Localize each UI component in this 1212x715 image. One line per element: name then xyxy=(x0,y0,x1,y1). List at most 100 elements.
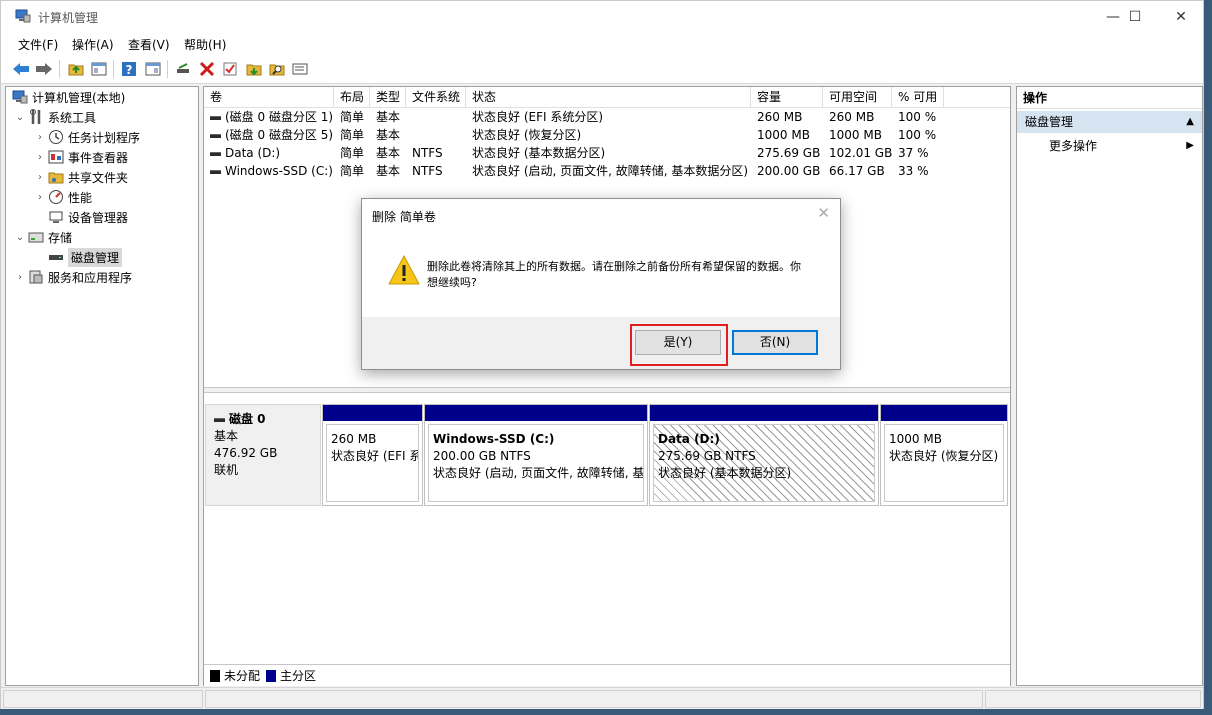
volume-name-cell: Data (D:) xyxy=(204,144,334,162)
capacity-cell: 1000 MB xyxy=(757,128,810,142)
chevron-down-icon[interactable]: ⌄ xyxy=(14,232,26,243)
column-header-free-space[interactable]: 可用空间 xyxy=(823,87,892,108)
services-icon xyxy=(28,269,44,285)
legend-primary: 主分区 xyxy=(280,669,317,683)
list-view-icon[interactable] xyxy=(291,60,309,78)
status-segment xyxy=(205,690,983,708)
chevron-down-icon[interactable]: ⌄ xyxy=(14,112,26,123)
tree-item-system-tools[interactable]: ⌄ 系统工具 xyxy=(14,107,96,127)
partition-status: 状态良好 (恢复分区) xyxy=(889,449,999,463)
actions-section-disk-management[interactable]: 磁盘管理 ▲ xyxy=(1017,111,1202,133)
toolbar-separator xyxy=(167,60,168,78)
no-button[interactable]: 否(N) xyxy=(732,330,818,355)
column-header-volume[interactable]: 卷 xyxy=(204,87,334,108)
menu-bar: 文件(F) 操作(A) 查看(V) 帮助(H) xyxy=(1,32,1203,54)
partition-data[interactable]: Data (D:) 275.69 GB NTFS 状态良好 (基本数据分区) xyxy=(649,404,879,506)
device-manager-icon xyxy=(48,209,64,225)
column-header-type[interactable]: 类型 xyxy=(370,87,406,108)
partition-recovery[interactable]: 1000 MB 状态良好 (恢复分区) xyxy=(880,404,1008,506)
disk-icon xyxy=(214,417,225,422)
column-header-status[interactable]: 状态 xyxy=(466,87,751,108)
tree-item-shared-folders[interactable]: › 共享文件夹 xyxy=(34,167,128,187)
tree-item-services[interactable]: › 服务和应用程序 xyxy=(14,267,132,287)
status-bar xyxy=(1,687,1203,709)
layout-cell: 简单 xyxy=(340,128,365,142)
navigation-tree: 计算机管理(本地) ⌄ 系统工具 › 任务计划程序 › 事件查看器 › 共享文件… xyxy=(5,86,199,686)
percent-free-cell: 100 % xyxy=(898,110,937,124)
column-header-layout[interactable]: 布局 xyxy=(334,87,370,108)
tree-item-root[interactable]: 计算机管理(本地) xyxy=(10,87,125,107)
up-folder-icon[interactable] xyxy=(67,60,85,78)
dialog-message: 删除此卷将清除其上的所有数据。请在删除之前备份所有希望保留的数据。你想继续吗? xyxy=(427,260,801,289)
table-row[interactable]: (磁盘 0 磁盘分区 5) 简单 基本 状态良好 (恢复分区) 1000 MB … xyxy=(204,126,1010,144)
legend-swatch-unallocated xyxy=(210,669,220,682)
help-icon[interactable]: ? xyxy=(120,60,138,78)
more-actions[interactable]: 更多操作 ▶ xyxy=(1017,135,1202,157)
dialog-close-icon[interactable]: ✕ xyxy=(817,204,830,222)
partition-bar xyxy=(881,405,1007,421)
window-title: 计算机管理 xyxy=(38,11,99,25)
disk-map: 磁盘 0 基本 476.92 GB 联机 260 MB 状态良好 (EFI 系统… xyxy=(204,394,1010,664)
chevron-right-icon[interactable]: › xyxy=(34,172,46,183)
svg-text:?: ? xyxy=(126,63,133,77)
partition-status: 状态良好 (启动, 页面文件, 故障转储, 基本数据分区) xyxy=(433,466,644,480)
tree-item-event-viewer[interactable]: › 事件查看器 xyxy=(34,147,128,167)
forward-arrow-icon[interactable] xyxy=(35,60,53,78)
partition-efi[interactable]: 260 MB 状态良好 (EFI 系统分区) xyxy=(322,404,423,506)
check-icon[interactable] xyxy=(221,60,239,78)
status-segment xyxy=(985,690,1201,708)
table-row[interactable]: Data (D:) 简单 基本 NTFS 状态良好 (基本数据分区) 275.6… xyxy=(204,144,1010,162)
partition-body: 1000 MB 状态良好 (恢复分区) xyxy=(884,424,1004,502)
computer-management-icon xyxy=(12,89,28,105)
tree-item-performance[interactable]: › 性能 xyxy=(34,187,92,207)
toolbar-separator xyxy=(59,60,60,78)
menu-file[interactable]: 文件(F) xyxy=(18,36,58,53)
partition-body-selected: Data (D:) 275.69 GB NTFS 状态良好 (基本数据分区) xyxy=(653,424,875,502)
maximize-button[interactable]: ☐ xyxy=(1112,1,1158,32)
close-button[interactable]: ✕ xyxy=(1158,1,1204,32)
tree-item-task-scheduler[interactable]: › 任务计划程序 xyxy=(34,127,140,147)
tree-item-device-manager[interactable]: 设备管理器 xyxy=(46,207,128,227)
filesystem-cell: NTFS xyxy=(412,164,443,178)
column-header-capacity[interactable]: 容量 xyxy=(751,87,823,108)
type-cell: 基本 xyxy=(376,128,401,142)
show-hide-tree-icon[interactable] xyxy=(90,60,108,78)
partition-bar xyxy=(650,405,878,421)
disk-type: 基本 xyxy=(214,429,239,443)
column-header-percent-free[interactable]: % 可用 xyxy=(892,87,944,108)
pane-splitter[interactable] xyxy=(204,387,1010,393)
table-row[interactable]: (磁盘 0 磁盘分区 1) 简单 基本 状态良好 (EFI 系统分区) 260 … xyxy=(204,108,1010,126)
tree-item-disk-management[interactable]: 磁盘管理 xyxy=(46,247,123,267)
legend: 未分配 主分区 xyxy=(204,664,1010,686)
delete-icon[interactable] xyxy=(198,60,216,78)
partition-body: 260 MB 状态良好 (EFI 系统分区) xyxy=(326,424,419,502)
properties-icon[interactable] xyxy=(144,60,162,78)
capacity-cell: 260 MB xyxy=(757,110,803,124)
partition-status: 状态良好 (EFI 系统分区) xyxy=(331,449,418,463)
column-header-filesystem[interactable]: 文件系统 xyxy=(406,87,466,108)
chevron-right-icon[interactable]: › xyxy=(14,272,26,283)
table-row[interactable]: Windows-SSD (C:) 简单 基本 NTFS 状态良好 (启动, 页面… xyxy=(204,162,1010,180)
toolbar: ? xyxy=(1,54,1203,84)
partition-size: 1000 MB xyxy=(889,432,942,446)
actions-header: 操作 xyxy=(1017,87,1202,109)
disk-info[interactable]: 磁盘 0 基本 476.92 GB 联机 xyxy=(205,404,321,506)
back-arrow-icon[interactable] xyxy=(12,60,30,78)
status-cell: 状态良好 (启动, 页面文件, 故障转储, 基本数据分区) xyxy=(472,164,749,178)
search-icon[interactable] xyxy=(268,60,286,78)
collapse-up-icon[interactable]: ▲ xyxy=(1186,111,1194,133)
clock-icon xyxy=(48,129,64,145)
chevron-right-icon[interactable]: › xyxy=(34,192,46,203)
chevron-right-icon[interactable]: › xyxy=(34,132,46,143)
menu-view[interactable]: 查看(V) xyxy=(128,36,170,53)
import-icon[interactable] xyxy=(245,60,263,78)
partition-body: Windows-SSD (C:) 200.00 GB NTFS 状态良好 (启动… xyxy=(428,424,644,502)
tree-label: 事件查看器 xyxy=(68,150,129,165)
partition-windows-ssd[interactable]: Windows-SSD (C:) 200.00 GB NTFS 状态良好 (启动… xyxy=(424,404,648,506)
partition-bar xyxy=(425,405,647,421)
menu-action[interactable]: 操作(A) xyxy=(72,36,114,53)
chevron-right-icon[interactable]: › xyxy=(34,152,46,163)
tree-item-storage[interactable]: ⌄ 存储 xyxy=(14,227,72,247)
connect-disk-icon[interactable] xyxy=(174,60,192,78)
menu-help[interactable]: 帮助(H) xyxy=(184,36,226,53)
